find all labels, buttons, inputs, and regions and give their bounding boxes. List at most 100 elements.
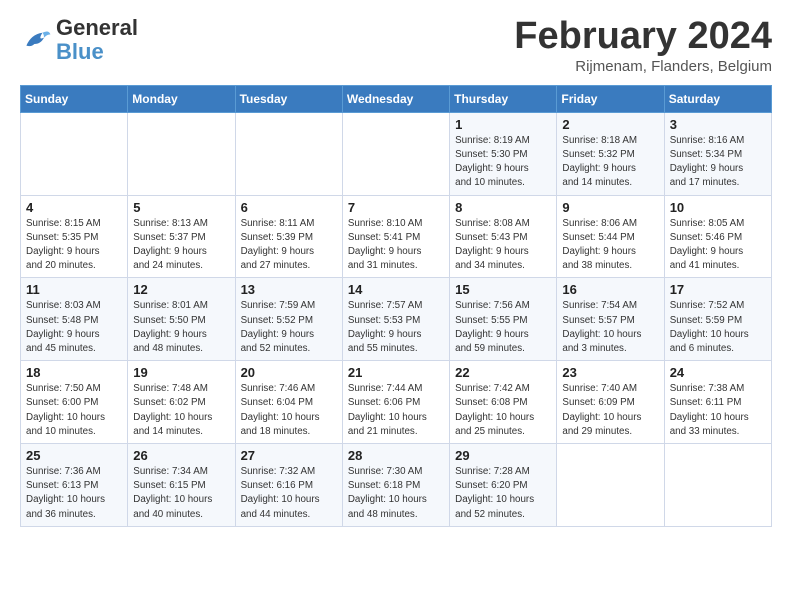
day-info: Sunrise: 8:03 AM Sunset: 5:48 PM Dayligh… xyxy=(26,299,122,356)
calendar-cell: 22 Sunrise: 7:42 AM Sunset: 6:08 PM Dayli… xyxy=(450,361,557,444)
day-info: Sunrise: 7:48 AM Sunset: 6:02 PM Dayligh… xyxy=(133,382,229,439)
calendar-cell: 8 Sunrise: 8:08 AM Sunset: 5:43 PM Daylig… xyxy=(450,195,557,278)
day-info: Sunrise: 8:15 AM Sunset: 5:35 PM Dayligh… xyxy=(26,217,122,274)
day-number: 12 xyxy=(133,282,229,297)
day-number: 11 xyxy=(26,282,122,297)
calendar-cell xyxy=(128,112,235,195)
calendar-week-3: 11 Sunrise: 8:03 AM Sunset: 5:48 PM Dayli… xyxy=(21,278,772,361)
calendar-header: Sunday Monday Tuesday Wednesday Thursday… xyxy=(21,85,772,112)
day-info: Sunrise: 8:18 AM Sunset: 5:32 PM Dayligh… xyxy=(562,134,658,191)
day-info: Sunrise: 8:19 AM Sunset: 5:30 PM Dayligh… xyxy=(455,134,551,191)
day-info: Sunrise: 7:42 AM Sunset: 6:08 PM Dayligh… xyxy=(455,382,551,439)
day-number: 17 xyxy=(670,282,766,297)
header-wednesday: Wednesday xyxy=(342,85,449,112)
day-number: 10 xyxy=(670,200,766,215)
day-number: 14 xyxy=(348,282,444,297)
calendar-cell: 24Sunrise: 7:38 AM Sunset: 6:11 PM Dayli… xyxy=(664,361,771,444)
day-info: Sunrise: 7:46 AM Sunset: 6:04 PM Dayligh… xyxy=(241,382,337,439)
calendar-cell xyxy=(557,444,664,527)
calendar-week-1: 1 Sunrise: 8:19 AM Sunset: 5:30 PM Daylig… xyxy=(21,112,772,195)
calendar-week-2: 4 Sunrise: 8:15 AM Sunset: 5:35 PM Daylig… xyxy=(21,195,772,278)
calendar-cell: 1 Sunrise: 8:19 AM Sunset: 5:30 PM Daylig… xyxy=(450,112,557,195)
calendar-cell: 14 Sunrise: 7:57 AM Sunset: 5:53 PM Dayli… xyxy=(342,278,449,361)
day-number: 4 xyxy=(26,200,122,215)
calendar-cell: 16 Sunrise: 7:54 AM Sunset: 5:57 PM Dayli… xyxy=(557,278,664,361)
day-info: Sunrise: 7:36 AM Sunset: 6:13 PM Dayligh… xyxy=(26,465,122,522)
calendar-cell: 11 Sunrise: 8:03 AM Sunset: 5:48 PM Dayli… xyxy=(21,278,128,361)
logo: GeneralBlue xyxy=(20,16,138,64)
month-title: February 2024 xyxy=(514,16,772,58)
day-number: 3 xyxy=(670,117,766,132)
day-number: 15 xyxy=(455,282,551,297)
title-area: February 2024 Rijmenam, Flanders, Belgiu… xyxy=(514,16,772,75)
day-info: Sunrise: 7:57 AM Sunset: 5:53 PM Dayligh… xyxy=(348,299,444,356)
day-info: Sunrise: 7:54 AM Sunset: 5:57 PM Dayligh… xyxy=(562,299,658,356)
calendar-cell: 27 Sunrise: 7:32 AM Sunset: 6:16 PM Dayli… xyxy=(235,444,342,527)
day-number: 27 xyxy=(241,448,337,463)
day-info: Sunrise: 8:08 AM Sunset: 5:43 PM Dayligh… xyxy=(455,217,551,274)
calendar-cell: 7Sunrise: 8:10 AM Sunset: 5:41 PM Daylig… xyxy=(342,195,449,278)
day-info: Sunrise: 7:59 AM Sunset: 5:52 PM Dayligh… xyxy=(241,299,337,356)
day-info: Sunrise: 8:01 AM Sunset: 5:50 PM Dayligh… xyxy=(133,299,229,356)
day-info: Sunrise: 8:11 AM Sunset: 5:39 PM Dayligh… xyxy=(241,217,337,274)
calendar-table: Sunday Monday Tuesday Wednesday Thursday… xyxy=(20,85,772,527)
calendar-cell: 13 Sunrise: 7:59 AM Sunset: 5:52 PM Dayli… xyxy=(235,278,342,361)
day-info: Sunrise: 8:05 AM Sunset: 5:46 PM Dayligh… xyxy=(670,217,766,274)
day-info: Sunrise: 7:28 AM Sunset: 6:20 PM Dayligh… xyxy=(455,465,551,522)
day-number: 22 xyxy=(455,365,551,380)
day-number: 24 xyxy=(670,365,766,380)
calendar-body: 1 Sunrise: 8:19 AM Sunset: 5:30 PM Daylig… xyxy=(21,112,772,526)
calendar-cell: 18 Sunrise: 7:50 AM Sunset: 6:00 PM Dayli… xyxy=(21,361,128,444)
day-number: 23 xyxy=(562,365,658,380)
location-subtitle: Rijmenam, Flanders, Belgium xyxy=(514,58,772,75)
header-friday: Friday xyxy=(557,85,664,112)
header-sunday: Sunday xyxy=(21,85,128,112)
calendar-cell: 10 Sunrise: 8:05 AM Sunset: 5:46 PM Dayli… xyxy=(664,195,771,278)
day-number: 25 xyxy=(26,448,122,463)
day-number: 7 xyxy=(348,200,444,215)
calendar-cell: 29Sunrise: 7:28 AM Sunset: 6:20 PM Dayli… xyxy=(450,444,557,527)
day-number: 6 xyxy=(241,200,337,215)
calendar-cell: 12 Sunrise: 8:01 AM Sunset: 5:50 PM Dayli… xyxy=(128,278,235,361)
day-info: Sunrise: 7:44 AM Sunset: 6:06 PM Dayligh… xyxy=(348,382,444,439)
day-info: Sunrise: 8:06 AM Sunset: 5:44 PM Dayligh… xyxy=(562,217,658,274)
calendar-week-4: 18 Sunrise: 7:50 AM Sunset: 6:00 PM Dayli… xyxy=(21,361,772,444)
day-number: 18 xyxy=(26,365,122,380)
day-number: 19 xyxy=(133,365,229,380)
calendar-cell xyxy=(21,112,128,195)
day-number: 21 xyxy=(348,365,444,380)
day-number: 2 xyxy=(562,117,658,132)
calendar-cell: 4 Sunrise: 8:15 AM Sunset: 5:35 PM Daylig… xyxy=(21,195,128,278)
calendar-cell: 21 Sunrise: 7:44 AM Sunset: 6:06 PM Dayli… xyxy=(342,361,449,444)
day-number: 13 xyxy=(241,282,337,297)
calendar-cell: 15 Sunrise: 7:56 AM Sunset: 5:55 PM Dayli… xyxy=(450,278,557,361)
header-saturday: Saturday xyxy=(664,85,771,112)
day-number: 16 xyxy=(562,282,658,297)
day-number: 9 xyxy=(562,200,658,215)
header: GeneralBlue February 2024 Rijmenam, Flan… xyxy=(20,16,772,75)
logo-icon xyxy=(20,26,52,54)
day-info: Sunrise: 7:56 AM Sunset: 5:55 PM Dayligh… xyxy=(455,299,551,356)
calendar-cell: 23 Sunrise: 7:40 AM Sunset: 6:09 PM Dayli… xyxy=(557,361,664,444)
day-info: Sunrise: 7:34 AM Sunset: 6:15 PM Dayligh… xyxy=(133,465,229,522)
calendar-cell: 28 Sunrise: 7:30 AM Sunset: 6:18 PM Dayli… xyxy=(342,444,449,527)
header-tuesday: Tuesday xyxy=(235,85,342,112)
calendar-cell: 2 Sunrise: 8:18 AM Sunset: 5:32 PM Daylig… xyxy=(557,112,664,195)
calendar-cell: 25 Sunrise: 7:36 AM Sunset: 6:13 PM Dayli… xyxy=(21,444,128,527)
day-number: 26 xyxy=(133,448,229,463)
day-number: 1 xyxy=(455,117,551,132)
day-info: Sunrise: 7:50 AM Sunset: 6:00 PM Dayligh… xyxy=(26,382,122,439)
calendar-cell: 9 Sunrise: 8:06 AM Sunset: 5:44 PM Daylig… xyxy=(557,195,664,278)
day-info: Sunrise: 7:32 AM Sunset: 6:16 PM Dayligh… xyxy=(241,465,337,522)
day-info: Sunrise: 7:40 AM Sunset: 6:09 PM Dayligh… xyxy=(562,382,658,439)
day-info: Sunrise: 8:13 AM Sunset: 5:37 PM Dayligh… xyxy=(133,217,229,274)
calendar-cell: 3 Sunrise: 8:16 AM Sunset: 5:34 PM Daylig… xyxy=(664,112,771,195)
calendar-cell: 19 Sunrise: 7:48 AM Sunset: 6:02 PM Dayli… xyxy=(128,361,235,444)
day-number: 28 xyxy=(348,448,444,463)
day-number: 20 xyxy=(241,365,337,380)
day-info: Sunrise: 7:30 AM Sunset: 6:18 PM Dayligh… xyxy=(348,465,444,522)
day-number: 8 xyxy=(455,200,551,215)
day-info: Sunrise: 8:16 AM Sunset: 5:34 PM Dayligh… xyxy=(670,134,766,191)
header-thursday: Thursday xyxy=(450,85,557,112)
calendar-cell xyxy=(235,112,342,195)
